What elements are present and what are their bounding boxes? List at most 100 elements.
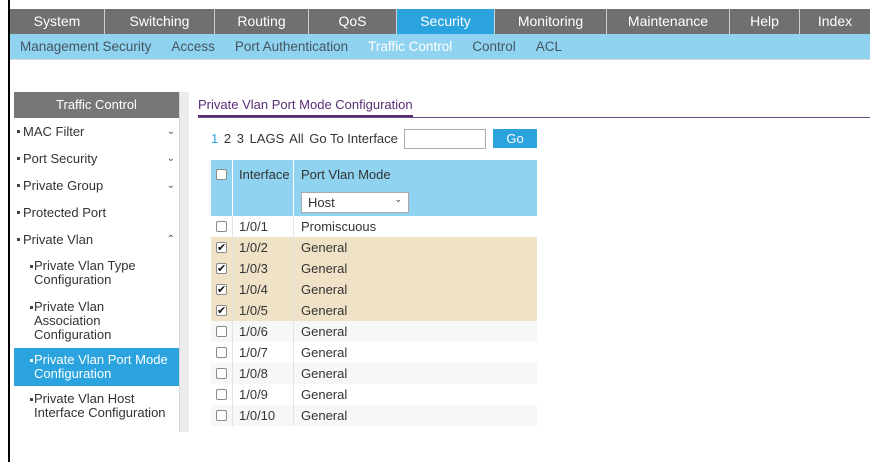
table-row[interactable]: 1/0/9 General — [211, 384, 537, 405]
window-border — [8, 0, 10, 462]
go-button[interactable]: Go — [493, 129, 537, 148]
sidebar-subitem-line: Configuration — [34, 366, 112, 381]
chevron-up-icon: ⌃ — [166, 234, 175, 245]
sidebar-subitem-line: Configuration — [34, 272, 112, 287]
sidebar-subitem-line: Private Vlan Host — [34, 391, 135, 406]
column-header-port-vlan-mode[interactable]: Port Vlan Mode — [294, 160, 537, 188]
chevron-down-icon: ⌄ — [394, 193, 402, 204]
sidebar-subitem-private-vlan-association[interactable]: Private Vlan Association Configuration — [14, 294, 179, 348]
table-header: Interface Port Vlan Mode — [211, 160, 537, 188]
header-divider — [10, 59, 870, 60]
subnav-control[interactable]: Control — [472, 39, 516, 54]
tab-monitoring[interactable]: Monitoring — [495, 9, 607, 34]
port-vlan-mode-cell: General — [301, 408, 348, 423]
row-checkbox[interactable] — [216, 238, 227, 259]
port-vlan-mode-cell: General — [301, 324, 348, 339]
interface-cell: 1/0/10 — [233, 405, 294, 426]
port-vlan-mode-cell: General — [301, 303, 348, 318]
interface-cell: 1/0/8 — [233, 363, 294, 384]
page-link-3[interactable]: 3 — [237, 131, 244, 146]
sidebar-subitem-line: Association — [34, 313, 101, 328]
row-checkbox[interactable] — [216, 280, 227, 301]
sidebar-item-private-vlan[interactable]: Private Vlan ⌃ — [14, 226, 179, 253]
sidebar-item-port-security[interactable]: Port Security ⌄ — [14, 145, 179, 172]
table-row[interactable]: 1/0/7 General — [211, 342, 537, 363]
goto-interface-label: Go To Interface — [309, 131, 398, 146]
interface-cell: 1/0/3 — [233, 258, 294, 279]
subnav-access[interactable]: Access — [171, 39, 215, 54]
tab-system[interactable]: System — [10, 9, 105, 34]
page-link-1[interactable]: 1 — [211, 131, 218, 146]
table-row[interactable]: 1/0/2 General — [211, 237, 537, 259]
sidebar-item-label: Private Group — [23, 178, 104, 193]
table-row[interactable]: 1/0/5 General — [211, 300, 537, 322]
subnav-management-security[interactable]: Management Security — [20, 39, 151, 54]
chevron-down-icon: ⌄ — [166, 126, 175, 137]
row-checkbox[interactable] — [216, 389, 227, 400]
row-checkbox[interactable] — [216, 326, 227, 337]
table-row[interactable]: 1/0/3 General — [211, 258, 537, 280]
port-vlan-mode-cell: General — [301, 282, 348, 297]
sidebar-item-mac-filter[interactable]: MAC Filter ⌄ — [14, 118, 179, 145]
bullet-icon — [17, 156, 20, 160]
select-all-checkbox[interactable] — [216, 168, 227, 180]
row-checkbox[interactable] — [216, 221, 227, 232]
row-checkbox-cell — [211, 237, 233, 259]
bullet-icon — [17, 183, 20, 187]
subnav-acl[interactable]: ACL — [536, 39, 562, 54]
page-link-lags[interactable]: LAGS — [250, 131, 285, 146]
port-vlan-mode-cell: General — [301, 240, 348, 255]
top-navigation: System Switching Routing QoS Security Mo… — [10, 9, 870, 34]
sidebar-item-private-group[interactable]: Private Group ⌄ — [14, 172, 179, 199]
sidebar-subitem-private-vlan-type[interactable]: Private Vlan Type Configuration — [14, 253, 179, 294]
subnav-port-authentication[interactable]: Port Authentication — [235, 39, 348, 54]
port-vlan-mode-cell: General — [301, 345, 348, 360]
tab-switching[interactable]: Switching — [105, 9, 215, 34]
table-row[interactable]: 1/0/1 Promiscuous — [211, 216, 537, 237]
bullet-icon — [17, 210, 20, 214]
sidebar: Traffic Control MAC Filter ⌄ Port Securi… — [14, 92, 179, 432]
table-row[interactable]: 1/0/6 General — [211, 321, 537, 342]
interface-cell: 1/0/6 — [233, 321, 294, 342]
interface-cell: 1/0/2 — [233, 237, 294, 258]
tab-routing[interactable]: Routing — [215, 9, 309, 34]
column-header-interface[interactable]: Interface — [233, 160, 294, 188]
bullet-icon — [30, 306, 33, 309]
row-checkbox[interactable] — [216, 410, 227, 421]
sidebar-scrollbar[interactable] — [179, 92, 189, 432]
port-vlan-mode-select[interactable]: Host ⌄ — [301, 191, 409, 213]
interface-cell: 1/0/4 — [233, 279, 294, 300]
sidebar-subitem-line: Private Vlan Port Mode — [34, 352, 168, 367]
interface-cell: 1/0/9 — [233, 384, 294, 405]
table-row[interactable]: 1/0/8 General — [211, 363, 537, 384]
port-vlan-mode-cell: Promiscuous — [301, 219, 377, 234]
header-checkbox-cell — [211, 160, 233, 188]
row-checkbox[interactable] — [216, 368, 227, 379]
port-mode-table: Interface Port Vlan Mode Host ⌄ 1/0/1 Pro… — [211, 160, 537, 426]
chevron-down-icon: ⌄ — [166, 153, 175, 164]
tab-help[interactable]: Help — [730, 9, 800, 34]
port-vlan-mode-cell: General — [301, 387, 348, 402]
sidebar-item-protected-port[interactable]: Protected Port — [14, 199, 179, 226]
sub-navigation: Management Security Access Port Authenti… — [10, 34, 870, 59]
sidebar-title: Traffic Control — [14, 92, 179, 118]
page-link-all[interactable]: All — [289, 131, 303, 146]
row-checkbox[interactable] — [216, 301, 227, 322]
table-filter-row: Host ⌄ — [211, 188, 537, 216]
table-row[interactable]: 1/0/10 General — [211, 405, 537, 426]
row-checkbox[interactable] — [216, 347, 227, 358]
filter-empty-cell — [233, 188, 294, 216]
subnav-traffic-control[interactable]: Traffic Control — [368, 39, 452, 54]
tab-qos[interactable]: QoS — [309, 9, 397, 34]
sidebar-subitem-private-vlan-host-interface[interactable]: Private Vlan Host Interface Configuratio… — [14, 386, 179, 426]
tab-index[interactable]: Index — [800, 9, 870, 34]
table-row[interactable]: 1/0/4 General — [211, 279, 537, 301]
tab-maintenance[interactable]: Maintenance — [607, 9, 730, 34]
goto-interface-input[interactable] — [404, 129, 486, 149]
tab-security[interactable]: Security — [397, 9, 495, 34]
sidebar-subitem-private-vlan-port-mode[interactable]: Private Vlan Port Mode Configuration — [14, 348, 179, 386]
sidebar-subitem-line: Private Vlan Type — [34, 258, 136, 273]
row-checkbox-cell — [211, 258, 233, 280]
row-checkbox[interactable] — [216, 259, 227, 280]
page-link-2[interactable]: 2 — [224, 131, 231, 146]
